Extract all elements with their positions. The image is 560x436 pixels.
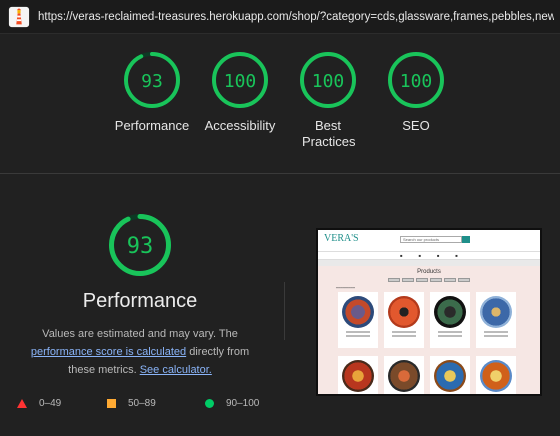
url-bar: https://veras-reclaimed-treasures.heroku… bbox=[0, 0, 560, 34]
score-calculation-link[interactable]: performance score is calculated bbox=[31, 346, 186, 358]
score-ring-icon: 100 bbox=[212, 52, 268, 108]
score-value: 100 bbox=[224, 71, 257, 92]
orange-square-icon bbox=[107, 399, 116, 408]
section-divider bbox=[0, 173, 560, 174]
thumb-logo: VERA'S bbox=[324, 233, 359, 244]
thumb-product-card bbox=[476, 292, 516, 348]
thumb-product-card bbox=[476, 356, 516, 394]
category-scores: 93 Performance 100 Accessibility 100 Bes… bbox=[0, 50, 560, 160]
vertical-divider bbox=[284, 282, 285, 340]
performance-title: Performance bbox=[82, 290, 198, 312]
lighthouse-icon bbox=[8, 6, 30, 27]
thumb-search: Search our products bbox=[400, 236, 462, 243]
performance-score: 93 bbox=[127, 234, 154, 259]
see-calculator-link[interactable]: See calculator. bbox=[140, 364, 212, 376]
page-url[interactable]: https://veras-reclaimed-treasures.heroku… bbox=[38, 11, 554, 23]
thumb-product-card bbox=[430, 356, 470, 394]
legend-average: 50–89 bbox=[107, 398, 156, 409]
performance-summary: 93 Performance Values are estimated and … bbox=[0, 212, 280, 379]
thumb-banner bbox=[318, 260, 540, 266]
thumb-nav: ■ ■ ■ ■ bbox=[318, 252, 540, 260]
score-label: SEO bbox=[402, 118, 430, 133]
score-ring-icon: 93 bbox=[124, 52, 180, 108]
score-value: 100 bbox=[400, 71, 433, 92]
thumb-product-grid bbox=[318, 292, 540, 394]
score-value: 100 bbox=[312, 71, 345, 92]
score-value: 93 bbox=[141, 71, 163, 92]
page-screenshot-thumbnail[interactable]: VERA'S Search our products ■ ■ ■ ■ Products… bbox=[316, 228, 542, 396]
thumb-filter-chips bbox=[318, 278, 540, 282]
thumb-product-card bbox=[384, 292, 424, 348]
thumb-product-card bbox=[384, 356, 424, 394]
score-label: Performance bbox=[114, 118, 190, 133]
score-ring-icon: 100 bbox=[388, 52, 444, 108]
score-label: Accessibility bbox=[204, 118, 276, 133]
gauge-best-practices[interactable]: 100 Best Practices bbox=[290, 50, 366, 150]
gauge-accessibility[interactable]: 100 Accessibility bbox=[202, 50, 278, 134]
thumb-product-card bbox=[338, 292, 378, 348]
thumb-count: ━━━━━━━━━ bbox=[336, 286, 355, 290]
thumb-search-button bbox=[462, 236, 470, 243]
red-triangle-icon bbox=[17, 399, 27, 408]
performance-description: Values are estimated and may vary. The p… bbox=[30, 328, 250, 376]
gauge-performance[interactable]: 93 Performance bbox=[114, 50, 190, 134]
thumb-product-card bbox=[338, 356, 378, 394]
thumb-product-card bbox=[430, 292, 470, 348]
green-circle-icon bbox=[205, 399, 214, 408]
score-legend: 0–49 50–89 90–100 bbox=[0, 398, 300, 412]
thumb-header: VERA'S Search our products bbox=[318, 230, 540, 252]
performance-gauge-icon: 93 bbox=[109, 214, 171, 276]
legend-fail: 0–49 bbox=[17, 398, 61, 409]
gauge-seo[interactable]: 100 SEO bbox=[378, 50, 454, 134]
score-label: Best Practices bbox=[302, 118, 356, 149]
score-ring-icon: 100 bbox=[300, 52, 356, 108]
thumb-page-title: Products bbox=[417, 269, 441, 275]
legend-pass: 90–100 bbox=[205, 398, 259, 409]
